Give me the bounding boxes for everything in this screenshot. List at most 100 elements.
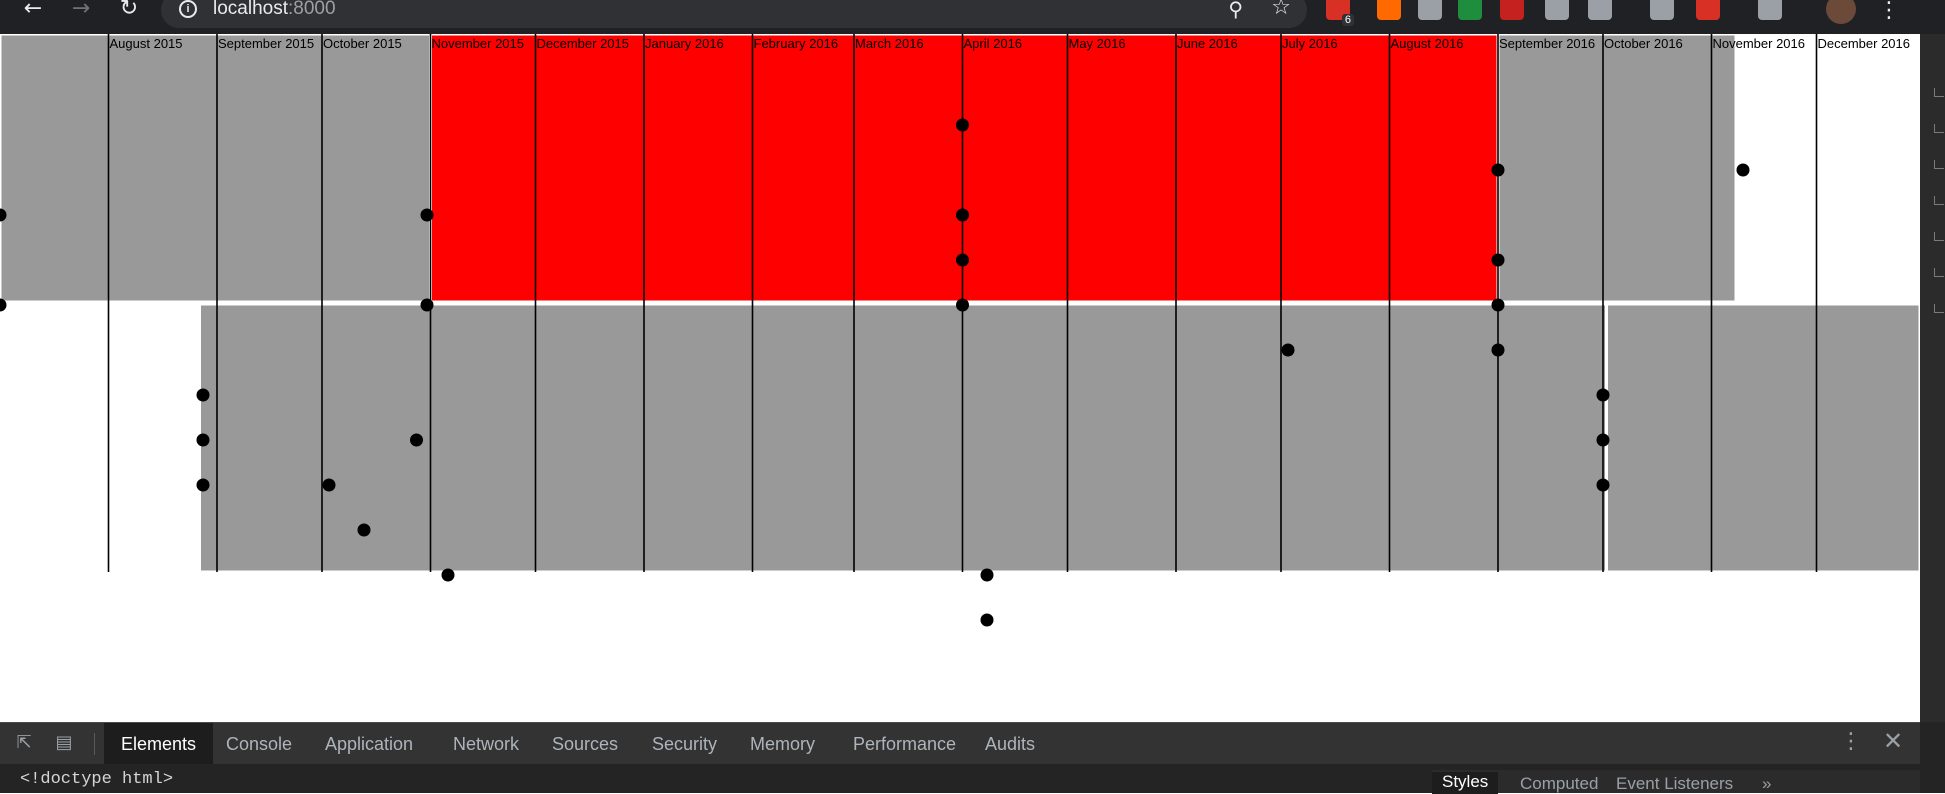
url-host: localhost — [213, 0, 288, 19]
inspect-element-icon[interactable]: ⇱ — [12, 731, 36, 755]
event-dot — [196, 478, 210, 492]
range-band — [1605, 302, 1920, 574]
bookmark-star-icon[interactable]: ☆ — [1271, 0, 1291, 20]
event-dot — [956, 298, 969, 312]
event-dot — [1596, 478, 1610, 492]
camera-extension-icon[interactable] — [1418, 0, 1442, 20]
tab-audits[interactable]: Audits — [968, 723, 1052, 765]
event-dot — [357, 523, 371, 537]
event-dot — [420, 298, 434, 312]
event-dot — [410, 433, 423, 447]
calendar-extension-icon[interactable]: 6 — [1326, 0, 1354, 26]
devtools-tabbar: ⇱ ▤ Elements Console Application Network Sou… — [0, 722, 1920, 765]
dollar-extension-icon[interactable] — [1650, 0, 1674, 20]
event-dot — [1281, 343, 1295, 357]
network-extension-icon[interactable] — [1500, 0, 1524, 20]
extension-badge-count: 6 — [1341, 14, 1354, 26]
month-label: November 2016 — [1713, 36, 1806, 51]
back-arrow-icon[interactable]: ← — [18, 0, 48, 24]
month-label: April 2016 — [964, 36, 1023, 51]
month-label: December 2016 — [1818, 36, 1911, 51]
zoom-out-icon[interactable]: ⚲ — [1228, 0, 1243, 21]
devtools-more-icon[interactable]: ⋮ — [1840, 729, 1862, 754]
event-dot — [980, 613, 994, 627]
browser-menu-icon[interactable]: ⋮ — [1878, 0, 1900, 23]
cross-extension-icon[interactable] — [1696, 0, 1720, 20]
month-label: August 2016 — [1391, 36, 1464, 51]
event-dot — [1491, 298, 1505, 312]
devtools-side-gutter — [1920, 34, 1945, 722]
gutter-expand-icon[interactable] — [1934, 232, 1944, 241]
event-dot — [441, 568, 455, 582]
shield-extension-icon[interactable] — [1545, 0, 1569, 20]
forward-arrow-icon[interactable]: → — [66, 0, 96, 24]
tab-performance[interactable]: Performance — [836, 723, 973, 765]
tab-network[interactable]: Network — [436, 723, 536, 765]
event-dot — [956, 208, 969, 222]
playlist-extension-icon[interactable] — [1758, 0, 1782, 20]
tab-security[interactable]: Security — [635, 723, 734, 765]
event-dot — [322, 478, 336, 492]
tab-console[interactable]: Console — [209, 723, 309, 765]
url-port: :8000 — [288, 0, 336, 19]
event-dot — [1596, 388, 1610, 402]
gutter-expand-icon[interactable] — [1934, 124, 1944, 133]
tab-elements[interactable]: Elements — [104, 723, 214, 765]
styles-pane-tabs: Styles Computed Event Listeners » — [1432, 770, 1920, 794]
gutter-expand-icon[interactable] — [1934, 196, 1944, 205]
month-label: January 2016 — [645, 36, 724, 51]
devtools-body: <!doctype html> Styles Computed Event Li… — [0, 764, 1945, 794]
event-dot — [980, 568, 994, 582]
tab-styles[interactable]: Styles — [1432, 772, 1499, 794]
event-dot — [1491, 253, 1505, 267]
gutter-expand-icon[interactable] — [1934, 160, 1944, 169]
gutter-expand-icon[interactable] — [1934, 268, 1944, 277]
blaze-extension-icon[interactable] — [1377, 0, 1401, 20]
url-text[interactable]: localhost:8000 — [213, 0, 336, 20]
event-dot — [196, 388, 210, 402]
gutter-expand-icon[interactable] — [1934, 88, 1944, 97]
reload-icon[interactable]: ↻ — [114, 0, 144, 24]
month-label: September 2016 — [1499, 36, 1595, 51]
event-dot — [196, 433, 210, 447]
event-dot — [420, 208, 434, 222]
month-label: May 2016 — [1069, 36, 1126, 51]
tab-application[interactable]: Application — [308, 723, 430, 765]
month-label: October 2016 — [1604, 36, 1683, 51]
profile-avatar[interactable] — [1826, 0, 1856, 24]
tab-event-listeners[interactable]: Event Listeners — [1616, 774, 1733, 794]
site-info-icon[interactable]: i — [179, 0, 197, 18]
s-extension-icon[interactable] — [1458, 0, 1482, 20]
tab-sources[interactable]: Sources — [535, 723, 635, 765]
range-band — [0, 34, 432, 304]
page-viewport: August 2015 September 2015 October 2015 Nov… — [0, 34, 1920, 722]
dom-tree-line[interactable]: <!doctype html> — [20, 770, 173, 789]
gutter-expand-icon[interactable] — [1934, 304, 1944, 313]
event-dot — [1491, 163, 1505, 177]
browser-toolbar: ← → ↻ i localhost:8000 ⚲ ☆ 6 ⋮ — [0, 0, 1945, 34]
tab-computed[interactable]: Computed — [1520, 774, 1598, 794]
timeline-chart: August 2015 September 2015 October 2015 Nov… — [0, 34, 1920, 627]
pen-extension-icon[interactable] — [1588, 0, 1612, 20]
device-toolbar-icon[interactable]: ▤ — [52, 731, 76, 755]
toolbar-divider — [94, 733, 95, 755]
tab-memory[interactable]: Memory — [733, 723, 832, 765]
event-dot — [956, 253, 969, 267]
month-label: October 2015 — [323, 36, 402, 51]
month-label: December 2015 — [537, 36, 630, 51]
devtools-close-icon[interactable]: ✕ — [1883, 727, 1903, 755]
month-label: February 2016 — [754, 36, 839, 51]
event-dot — [1491, 343, 1505, 357]
month-label: November 2015 — [432, 36, 525, 51]
devtools-panel: ⇱ ▤ Elements Console Application Network Sou… — [0, 722, 1945, 794]
month-label: August 2015 — [110, 36, 183, 51]
more-tabs-icon[interactable]: » — [1762, 774, 1771, 794]
event-dot — [956, 118, 969, 132]
month-label: September 2015 — [218, 36, 314, 51]
month-label: June 2016 — [1177, 36, 1238, 51]
event-dot — [1736, 163, 1750, 177]
month-label: March 2016 — [855, 36, 924, 51]
range-band — [1496, 34, 1738, 304]
event-dot — [1596, 433, 1610, 447]
address-bar[interactable]: i localhost:8000 ⚲ ☆ — [161, 0, 1307, 28]
